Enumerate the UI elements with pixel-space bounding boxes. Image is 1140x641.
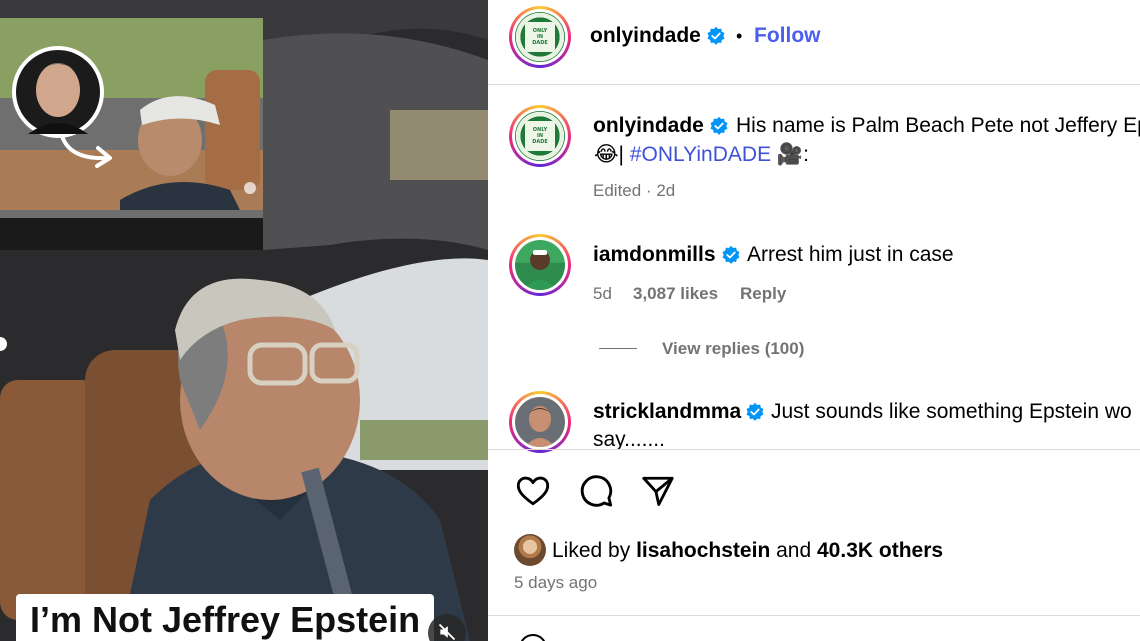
verified-badge-icon <box>722 245 740 264</box>
liker-avatar[interactable] <box>514 534 546 566</box>
caption-text: His name is Palm Beach Pete not Jeffery … <box>736 114 1140 137</box>
comment-text: Arrest him just in case <box>747 243 954 266</box>
hashtag-link[interactable]: #ONLYinDADE <box>630 143 771 166</box>
author-avatar[interactable]: ONLY IN DADE <box>509 6 571 68</box>
reply-button[interactable]: Reply <box>740 284 786 304</box>
comment-text: Just sounds like something Epstein wo <box>771 400 1132 423</box>
header-separator: • <box>736 26 743 46</box>
comment-icon[interactable] <box>577 473 615 509</box>
caption-text-line2: 😂| #ONLYinDADE 🎥: <box>594 143 809 166</box>
comment-username[interactable]: stricklandmma <box>593 400 741 424</box>
person-photo <box>525 406 555 447</box>
onlyindade-logo: ONLY IN DADE <box>525 22 555 52</box>
comments-divider <box>488 449 1140 450</box>
comment-username[interactable]: iamdonmills <box>593 243 716 267</box>
others-likes-link[interactable]: 40.3K others <box>817 539 943 562</box>
laughing-emoji: 😂 <box>594 143 619 166</box>
speaker-muted-icon <box>438 623 456 641</box>
heart-icon[interactable] <box>514 473 552 509</box>
onlyindade-logo: ONLY IN DADE <box>525 121 555 151</box>
follow-button[interactable]: Follow <box>754 24 821 48</box>
comment-text-line2: say....... <box>593 428 665 450</box>
comment-likes[interactable]: 3,087 likes <box>633 284 718 304</box>
post-video[interactable]: I’m Not Jeffrey Epstein <box>0 0 488 641</box>
replies-line <box>599 348 637 349</box>
comment-age: 5d <box>593 284 612 303</box>
commenter-avatar[interactable] <box>509 391 571 453</box>
caption-meta: Edited · 2d <box>593 181 676 200</box>
verified-badge-icon <box>710 116 728 135</box>
verified-badge-icon <box>707 26 725 45</box>
emoji-icon[interactable] <box>518 634 548 641</box>
post-date: 5 days ago <box>514 573 598 592</box>
caption-avatar[interactable]: ONLY IN DADE <box>509 105 571 167</box>
commenter-avatar[interactable] <box>509 234 571 296</box>
video-caption: I’m Not Jeffrey Epstein <box>16 594 435 641</box>
liked-by-text: Liked by lisahochstein and 40.3K others <box>552 539 944 562</box>
view-replies-button[interactable]: View replies (100) <box>662 339 804 359</box>
liker-username[interactable]: lisahochstein <box>636 539 770 562</box>
caption-username[interactable]: onlyindade <box>593 114 704 138</box>
post-details-panel: ONLY IN DADE onlyindade • Follow ONLY IN… <box>488 0 1140 641</box>
send-icon[interactable] <box>639 473 677 509</box>
camera-emoji: 🎥 <box>776 143 804 166</box>
edited-label: Edited <box>593 181 642 200</box>
video-frame <box>0 0 488 641</box>
verified-badge-icon <box>746 402 764 421</box>
person-photo <box>523 250 557 290</box>
header-divider <box>488 84 1140 85</box>
caption-age: 2d <box>656 181 676 200</box>
bottom-divider <box>488 615 1140 616</box>
author-username[interactable]: onlyindade <box>590 24 701 48</box>
